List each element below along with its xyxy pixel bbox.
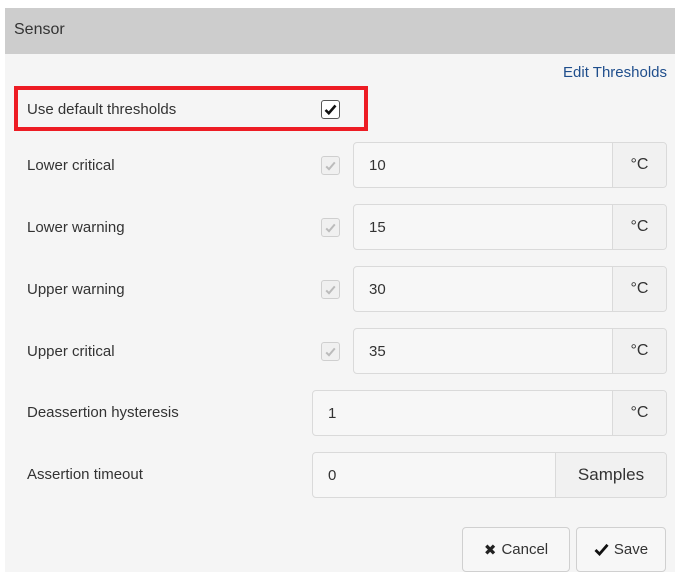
default-thresholds-label: Use default thresholds [27,101,177,118]
upper-critical-input-group: °C [353,328,667,374]
save-button-label: Save [613,541,649,558]
check-icon [325,223,336,233]
cancel-button[interactable]: ✖ Cancel [462,527,570,572]
threshold-label-upper-warning: Upper warning [27,281,125,298]
unit-label: °C [612,329,666,373]
upper-warning-input[interactable] [354,267,612,311]
hysteresis-input[interactable] [313,391,612,435]
check-icon [324,104,337,115]
check-icon [594,543,609,556]
dialog-title: Sensor [14,21,65,38]
sensor-dialog: Sensor Edit Thresholds Use default thres… [5,8,675,572]
timeout-label: Assertion timeout [27,466,143,483]
default-thresholds-checkbox[interactable] [321,100,340,119]
check-icon [325,161,336,171]
unit-label: °C [612,267,666,311]
upper-warning-input-group: °C [353,266,667,312]
timeout-input-group: Samples [312,452,667,498]
check-icon [325,285,336,295]
hysteresis-label: Deassertion hysteresis [27,404,179,421]
threshold-label-upper-critical: Upper critical [27,343,115,360]
cancel-button-label: Cancel [501,541,549,558]
save-button[interactable]: Save [576,527,666,572]
unit-label: Samples [555,453,666,497]
check-icon [325,347,336,357]
lower-critical-checkbox[interactable] [321,156,340,175]
unit-label: °C [612,205,666,249]
upper-critical-checkbox[interactable] [321,342,340,361]
lower-warning-input-group: °C [353,204,667,250]
lower-critical-input-group: °C [353,142,667,188]
unit-label: °C [612,391,666,435]
timeout-input[interactable] [313,453,555,497]
hysteresis-input-group: °C [312,390,667,436]
upper-critical-input[interactable] [354,329,612,373]
unit-label: °C [612,143,666,187]
upper-warning-checkbox[interactable] [321,280,340,299]
threshold-label-lower-warning: Lower warning [27,219,125,236]
threshold-label-lower-critical: Lower critical [27,157,115,174]
x-icon: ✖ [483,541,497,559]
lower-critical-input[interactable] [354,143,612,187]
lower-warning-checkbox[interactable] [321,218,340,237]
edit-thresholds-link[interactable]: Edit Thresholds [563,64,667,81]
lower-warning-input[interactable] [354,205,612,249]
dialog-header: Sensor [5,8,675,54]
